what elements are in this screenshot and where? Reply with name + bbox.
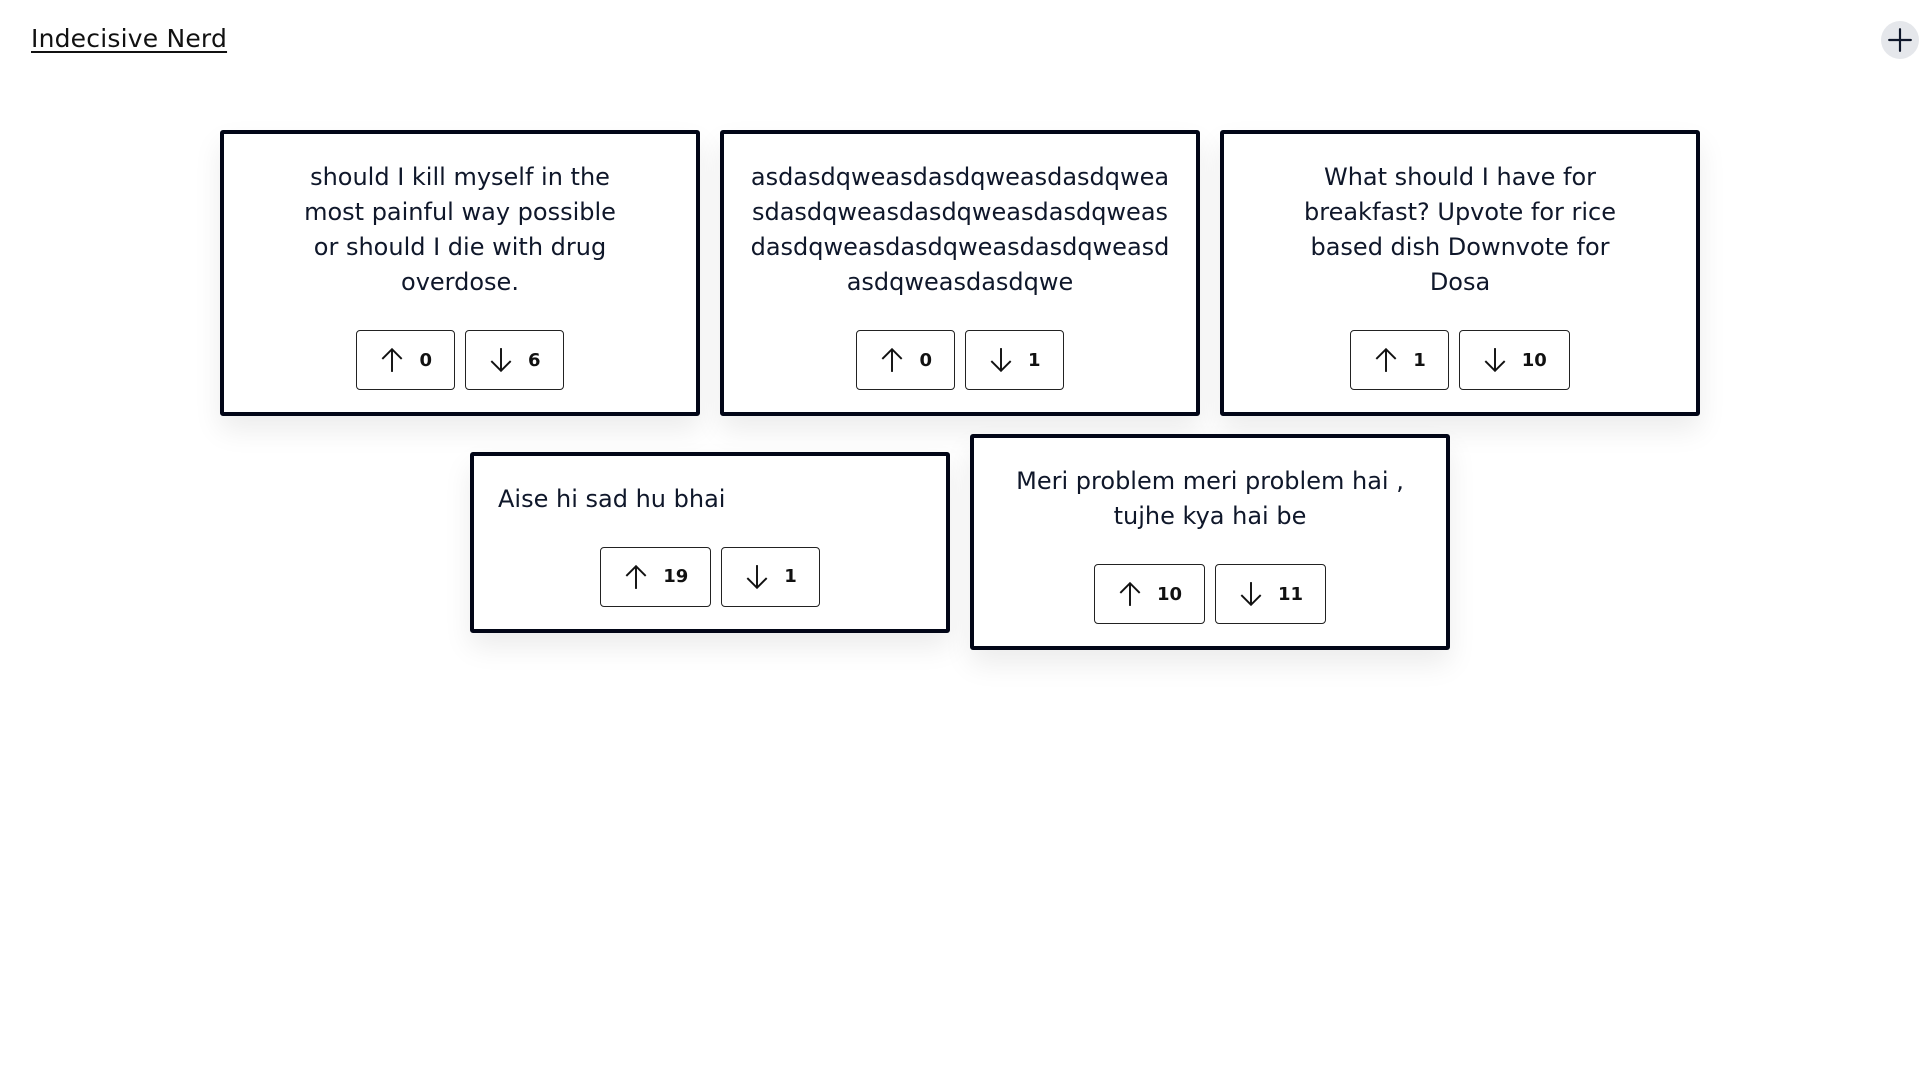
downvote-button[interactable]: 10 [1458, 330, 1570, 390]
vote-buttons: 19 1 [600, 546, 820, 607]
arrow-up-icon [882, 347, 903, 372]
upvote-button[interactable]: 10 [1093, 564, 1205, 624]
post-text: Aise hi sad hu bhai [498, 484, 726, 513]
upvote-button[interactable]: 0 [356, 330, 455, 390]
arrow-down-icon [746, 564, 768, 589]
downvote-count: 11 [1278, 583, 1304, 605]
arrow-down-icon [1240, 582, 1262, 607]
vote-buttons: 1 10 [1350, 330, 1570, 390]
add-post-button[interactable] [1881, 21, 1919, 59]
arrow-up-icon [382, 347, 403, 372]
vote-buttons: 0 6 [356, 330, 564, 390]
post-text: should I kill myself in the most painful… [304, 163, 616, 296]
post-card: What should I have for breakfast? Upvote… [1220, 130, 1700, 416]
upvote-count: 0 [419, 349, 432, 371]
post-text: asdasdqweasdasdqweasdasdqweasdasdqweasda… [750, 163, 1170, 296]
arrow-down-icon [1484, 348, 1506, 373]
post-card: Meri problem meri problem hai , tujhe ky… [970, 434, 1450, 650]
arrow-up-icon [1119, 581, 1141, 606]
arrow-down-icon [490, 348, 512, 373]
post-text: Meri problem meri problem hai , tujhe ky… [1016, 467, 1404, 530]
vote-buttons: 10 11 [1093, 564, 1327, 624]
arrow-up-icon [1375, 347, 1397, 372]
posts-grid: should I kill myself in the most painful… [220, 130, 1700, 650]
app-title[interactable]: Indecisive Nerd [31, 24, 227, 53]
downvote-button[interactable]: 6 [465, 330, 564, 390]
vote-buttons: 0 1 [856, 330, 1064, 390]
upvote-count: 0 [919, 349, 932, 371]
arrow-up-icon [625, 564, 647, 589]
downvote-button[interactable]: 11 [1215, 564, 1327, 624]
downvote-count: 6 [528, 349, 541, 371]
downvote-count: 10 [1521, 349, 1547, 371]
downvote-button[interactable]: 1 [721, 546, 820, 607]
plus-icon [1888, 28, 1912, 52]
downvote-count: 1 [1028, 349, 1041, 371]
upvote-button[interactable]: 0 [856, 330, 955, 390]
post-text: What should I have for breakfast? Upvote… [1304, 163, 1616, 296]
upvote-button[interactable]: 1 [1350, 330, 1449, 390]
upvote-count: 1 [1413, 349, 1426, 371]
upvote-button[interactable]: 19 [600, 546, 712, 607]
post-card: Aise hi sad hu bhai 19 1 [470, 451, 950, 633]
upvote-count: 10 [1156, 583, 1182, 605]
upvote-count: 19 [663, 566, 689, 587]
downvote-count: 1 [784, 566, 797, 587]
post-card: asdasdqweasdasdqweasdasdqweasdasdqweasda… [720, 130, 1200, 416]
downvote-button[interactable]: 1 [965, 330, 1064, 390]
post-card: should I kill myself in the most painful… [220, 130, 700, 416]
arrow-down-icon [990, 348, 1012, 373]
